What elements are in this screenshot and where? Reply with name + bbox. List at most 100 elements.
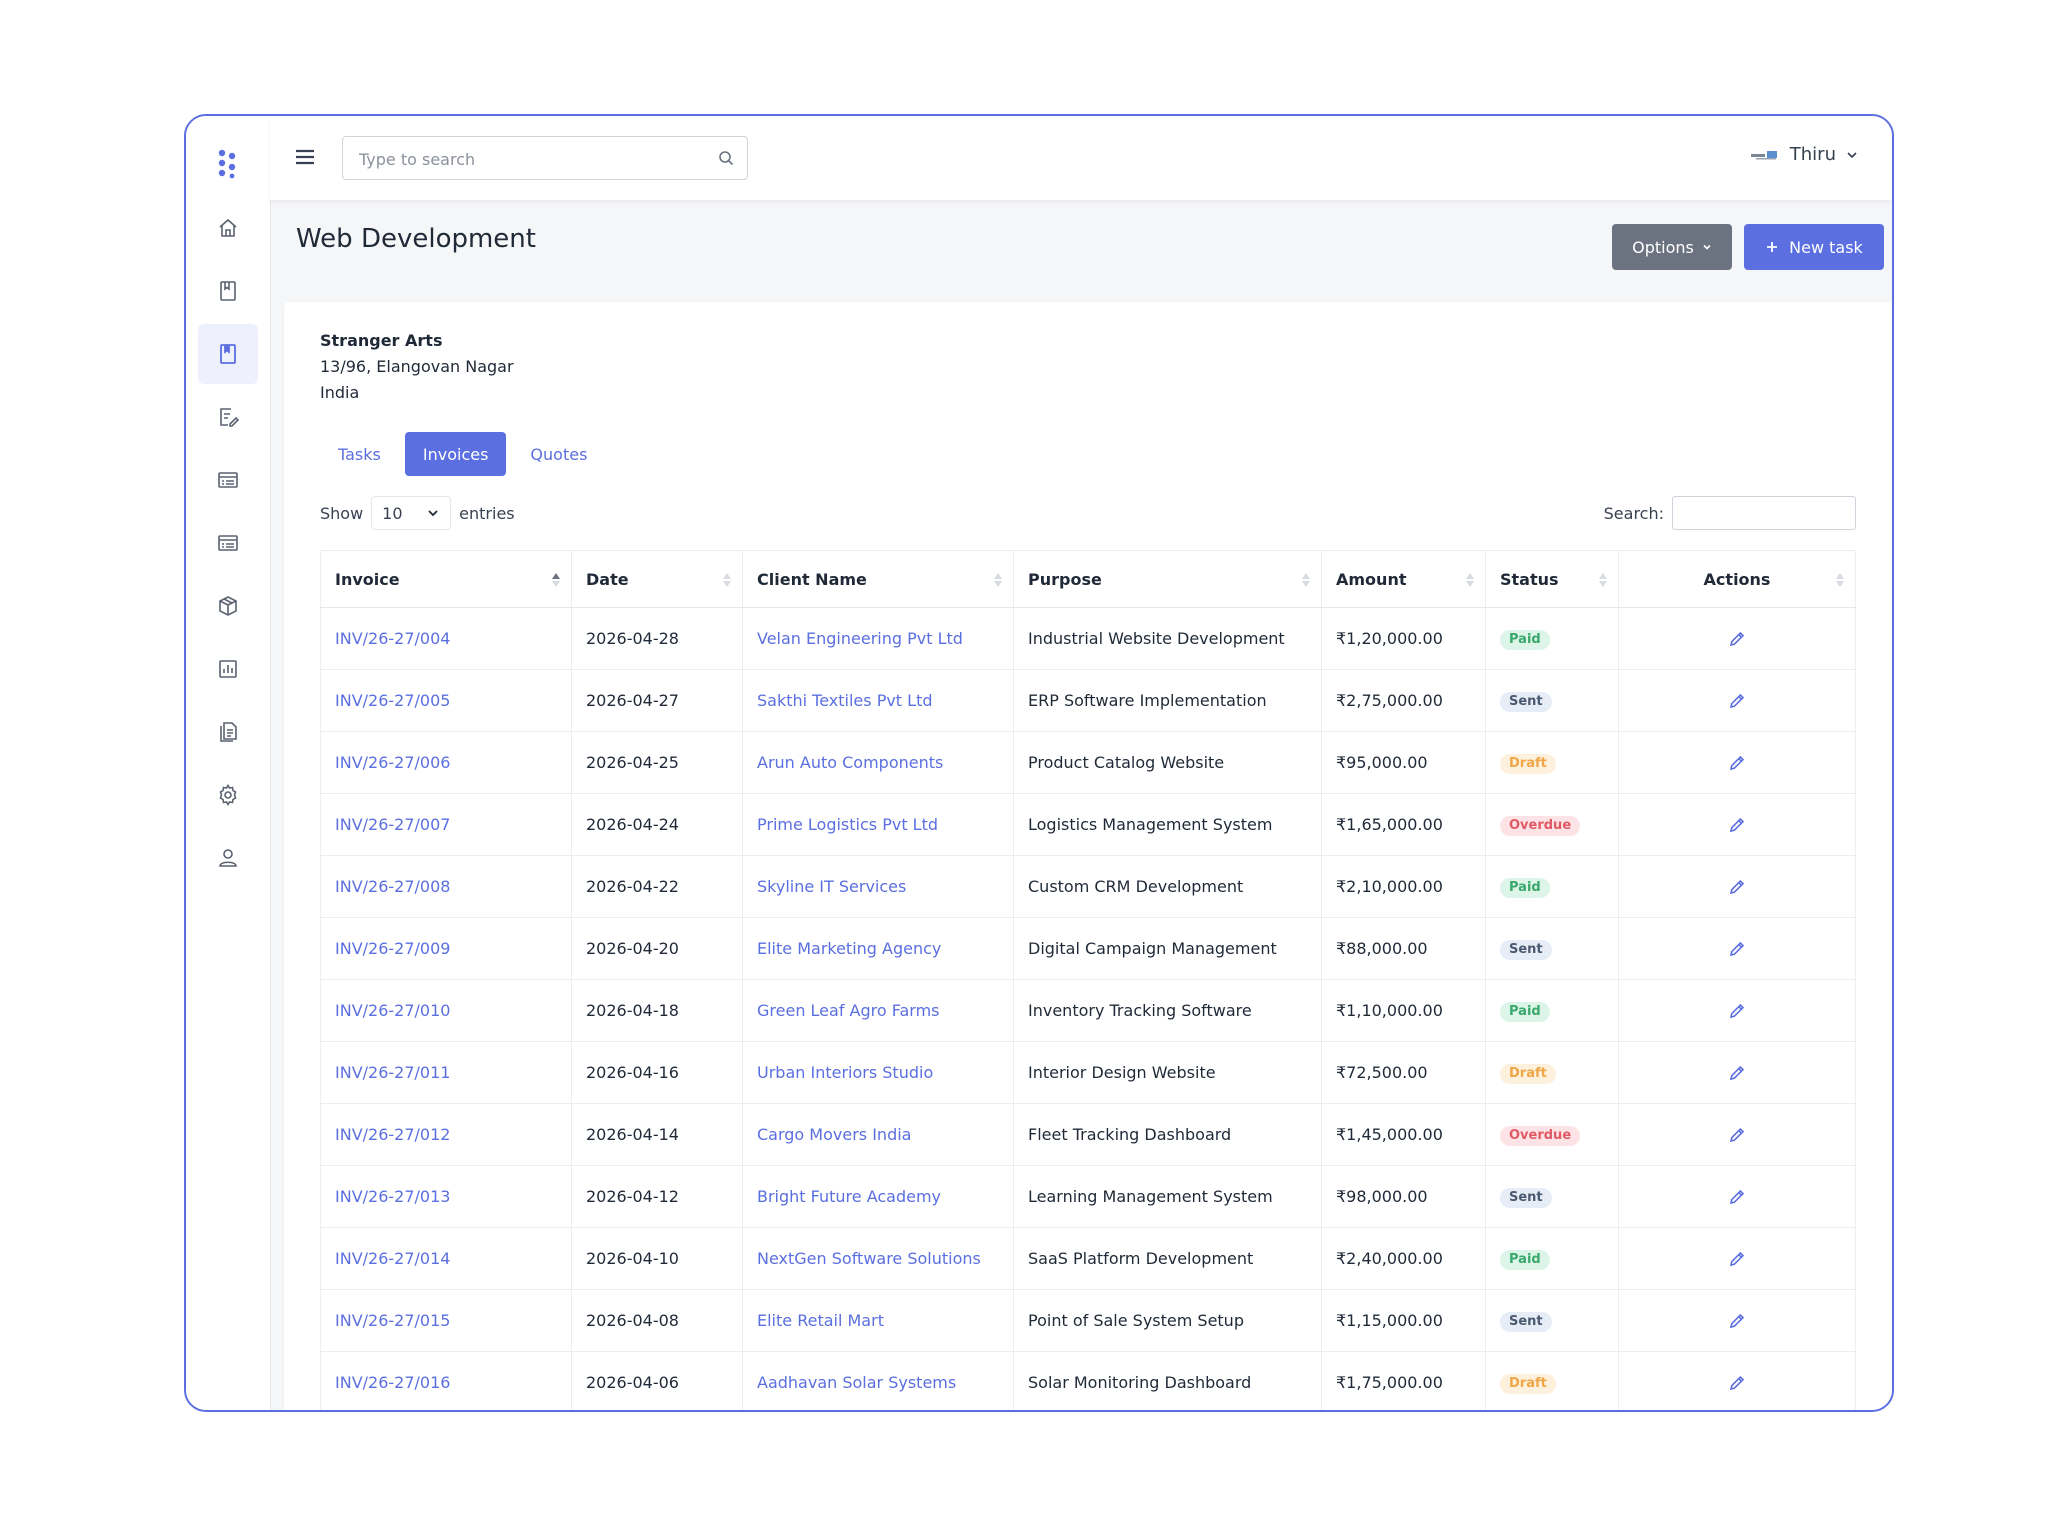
sidebar-item-book[interactable]	[198, 261, 258, 321]
tab-tasks[interactable]: Tasks	[320, 432, 399, 476]
invoice-link[interactable]: INV/26-27/004	[320, 607, 572, 670]
edit-icon[interactable]	[1727, 1187, 1747, 1207]
status-cell: Draft	[1485, 1041, 1619, 1104]
client-link[interactable]: Cargo Movers India	[742, 1103, 1014, 1166]
invoice-link[interactable]: INV/26-27/015	[320, 1289, 572, 1352]
entries-select[interactable]: 10	[371, 496, 452, 530]
invoice-date: 2026-04-18	[571, 979, 743, 1042]
table-row: INV/26-27/009 2026-04-20 Elite Marketing A…	[320, 917, 1856, 980]
client-link[interactable]: Prime Logistics Pvt Ltd	[742, 793, 1014, 856]
column-header-amount[interactable]: Amount	[1321, 550, 1486, 608]
sidebar-item-document[interactable]	[198, 702, 258, 762]
invoice-link[interactable]: INV/26-27/011	[320, 1041, 572, 1104]
invoice-date: 2026-04-14	[571, 1103, 743, 1166]
column-header-label: Actions	[1703, 569, 1771, 589]
list-card-icon	[218, 472, 238, 488]
sidebar-item-edit[interactable]	[198, 387, 258, 447]
client-link[interactable]: NextGen Software Solutions	[742, 1227, 1014, 1290]
client-link[interactable]: Velan Engineering Pvt Ltd	[742, 607, 1014, 670]
status-badge: Sent	[1500, 691, 1552, 712]
user-menu[interactable]: Thiru	[1750, 144, 1858, 165]
invoice-amount: ₹88,000.00	[1321, 917, 1486, 980]
invoice-date: 2026-04-22	[571, 855, 743, 918]
hamburger-menu-icon[interactable]	[292, 144, 318, 170]
sidebar-item-list-2[interactable]	[198, 513, 258, 573]
edit-icon[interactable]	[1727, 1311, 1747, 1331]
table-row: INV/26-27/005 2026-04-27 Sakthi Textiles P…	[320, 669, 1856, 732]
edit-icon[interactable]	[1727, 877, 1747, 897]
document-icon	[220, 722, 237, 742]
column-header-invoice[interactable]: Invoice	[320, 550, 572, 608]
client-link[interactable]: Arun Auto Components	[742, 731, 1014, 794]
sidebar-item-user[interactable]	[198, 828, 258, 888]
status-badge: Overdue	[1500, 1125, 1581, 1146]
sidebar-item-settings[interactable]	[198, 765, 258, 825]
status-badge: Sent	[1500, 1187, 1552, 1208]
edit-icon[interactable]	[1727, 1063, 1747, 1083]
sidebar-item-box[interactable]	[198, 576, 258, 636]
column-header-label: Invoice	[335, 569, 400, 589]
actions-cell	[1618, 669, 1856, 732]
column-header-purpose[interactable]: Purpose	[1013, 550, 1322, 608]
sidebar-item-home[interactable]	[198, 198, 258, 258]
status-cell: Paid	[1485, 979, 1619, 1042]
invoice-link[interactable]: INV/26-27/016	[320, 1351, 572, 1410]
edit-icon[interactable]	[1727, 691, 1747, 711]
status-badge: Paid	[1500, 1001, 1550, 1022]
plus-icon	[1767, 242, 1778, 252]
client-link[interactable]: Elite Retail Mart	[742, 1289, 1014, 1352]
client-link[interactable]: Bright Future Academy	[742, 1165, 1014, 1228]
table-search-input[interactable]	[1672, 496, 1856, 530]
status-badge: Sent	[1500, 1311, 1552, 1332]
edit-icon[interactable]	[1727, 1249, 1747, 1269]
global-search-input[interactable]	[357, 137, 701, 181]
column-header-date[interactable]: Date	[571, 550, 743, 608]
invoice-link[interactable]: INV/26-27/012	[320, 1103, 572, 1166]
edit-icon[interactable]	[1727, 815, 1747, 835]
status-cell: Paid	[1485, 1227, 1619, 1290]
status-cell: Overdue	[1485, 793, 1619, 856]
invoice-link[interactable]: INV/26-27/014	[320, 1227, 572, 1290]
user-name[interactable]: Thiru	[1790, 144, 1836, 165]
column-header-status[interactable]: Status	[1485, 550, 1619, 608]
table-header-row: Invoice Date Client Name Purpose Amount …	[320, 550, 1856, 608]
new-task-button[interactable]: New task	[1744, 224, 1884, 270]
client-link[interactable]: Skyline IT Services	[742, 855, 1014, 918]
edit-icon[interactable]	[1727, 1125, 1747, 1145]
invoice-link[interactable]: INV/26-27/006	[320, 731, 572, 794]
invoice-purpose: Learning Management System	[1013, 1165, 1322, 1228]
invoice-link[interactable]: INV/26-27/005	[320, 669, 572, 732]
column-header-actions[interactable]: Actions	[1618, 550, 1856, 608]
invoice-purpose: Fleet Tracking Dashboard	[1013, 1103, 1322, 1166]
edit-icon[interactable]	[1727, 939, 1747, 959]
edit-icon[interactable]	[1727, 1001, 1747, 1021]
sidebar-item-list-1[interactable]	[198, 450, 258, 510]
client-link[interactable]: Green Leaf Agro Farms	[742, 979, 1014, 1042]
invoice-amount: ₹1,10,000.00	[1321, 979, 1486, 1042]
tab-invoices[interactable]: Invoices	[404, 432, 507, 476]
chevron-down-icon[interactable]	[1846, 149, 1858, 161]
column-header-client[interactable]: Client Name	[742, 550, 1014, 608]
edit-icon[interactable]	[1727, 1373, 1747, 1393]
invoice-link[interactable]: INV/26-27/010	[320, 979, 572, 1042]
table-row: INV/26-27/007 2026-04-24 Prime Logistics P…	[320, 793, 1856, 856]
client-link[interactable]: Sakthi Textiles Pvt Ltd	[742, 669, 1014, 732]
sidebar-item-bookmark[interactable]	[198, 324, 258, 384]
client-link[interactable]: Aadhavan Solar Systems	[742, 1351, 1014, 1410]
invoice-link[interactable]: INV/26-27/008	[320, 855, 572, 918]
invoice-link[interactable]: INV/26-27/013	[320, 1165, 572, 1228]
client-link[interactable]: Elite Marketing Agency	[742, 917, 1014, 980]
options-button[interactable]: Options	[1612, 224, 1732, 270]
tab-quotes[interactable]: Quotes	[512, 432, 605, 476]
edit-icon[interactable]	[1727, 629, 1747, 649]
global-search[interactable]	[342, 136, 748, 181]
edit-icon[interactable]	[1727, 753, 1747, 773]
search-icon[interactable]	[717, 149, 735, 167]
invoice-link[interactable]: INV/26-27/007	[320, 793, 572, 856]
dots-logo-icon[interactable]	[214, 146, 242, 180]
client-link[interactable]: Urban Interiors Studio	[742, 1041, 1014, 1104]
invoice-amount: ₹98,000.00	[1321, 1165, 1486, 1228]
invoice-date: 2026-04-10	[571, 1227, 743, 1290]
sidebar-item-chart[interactable]	[198, 639, 258, 699]
invoice-link[interactable]: INV/26-27/009	[320, 917, 572, 980]
